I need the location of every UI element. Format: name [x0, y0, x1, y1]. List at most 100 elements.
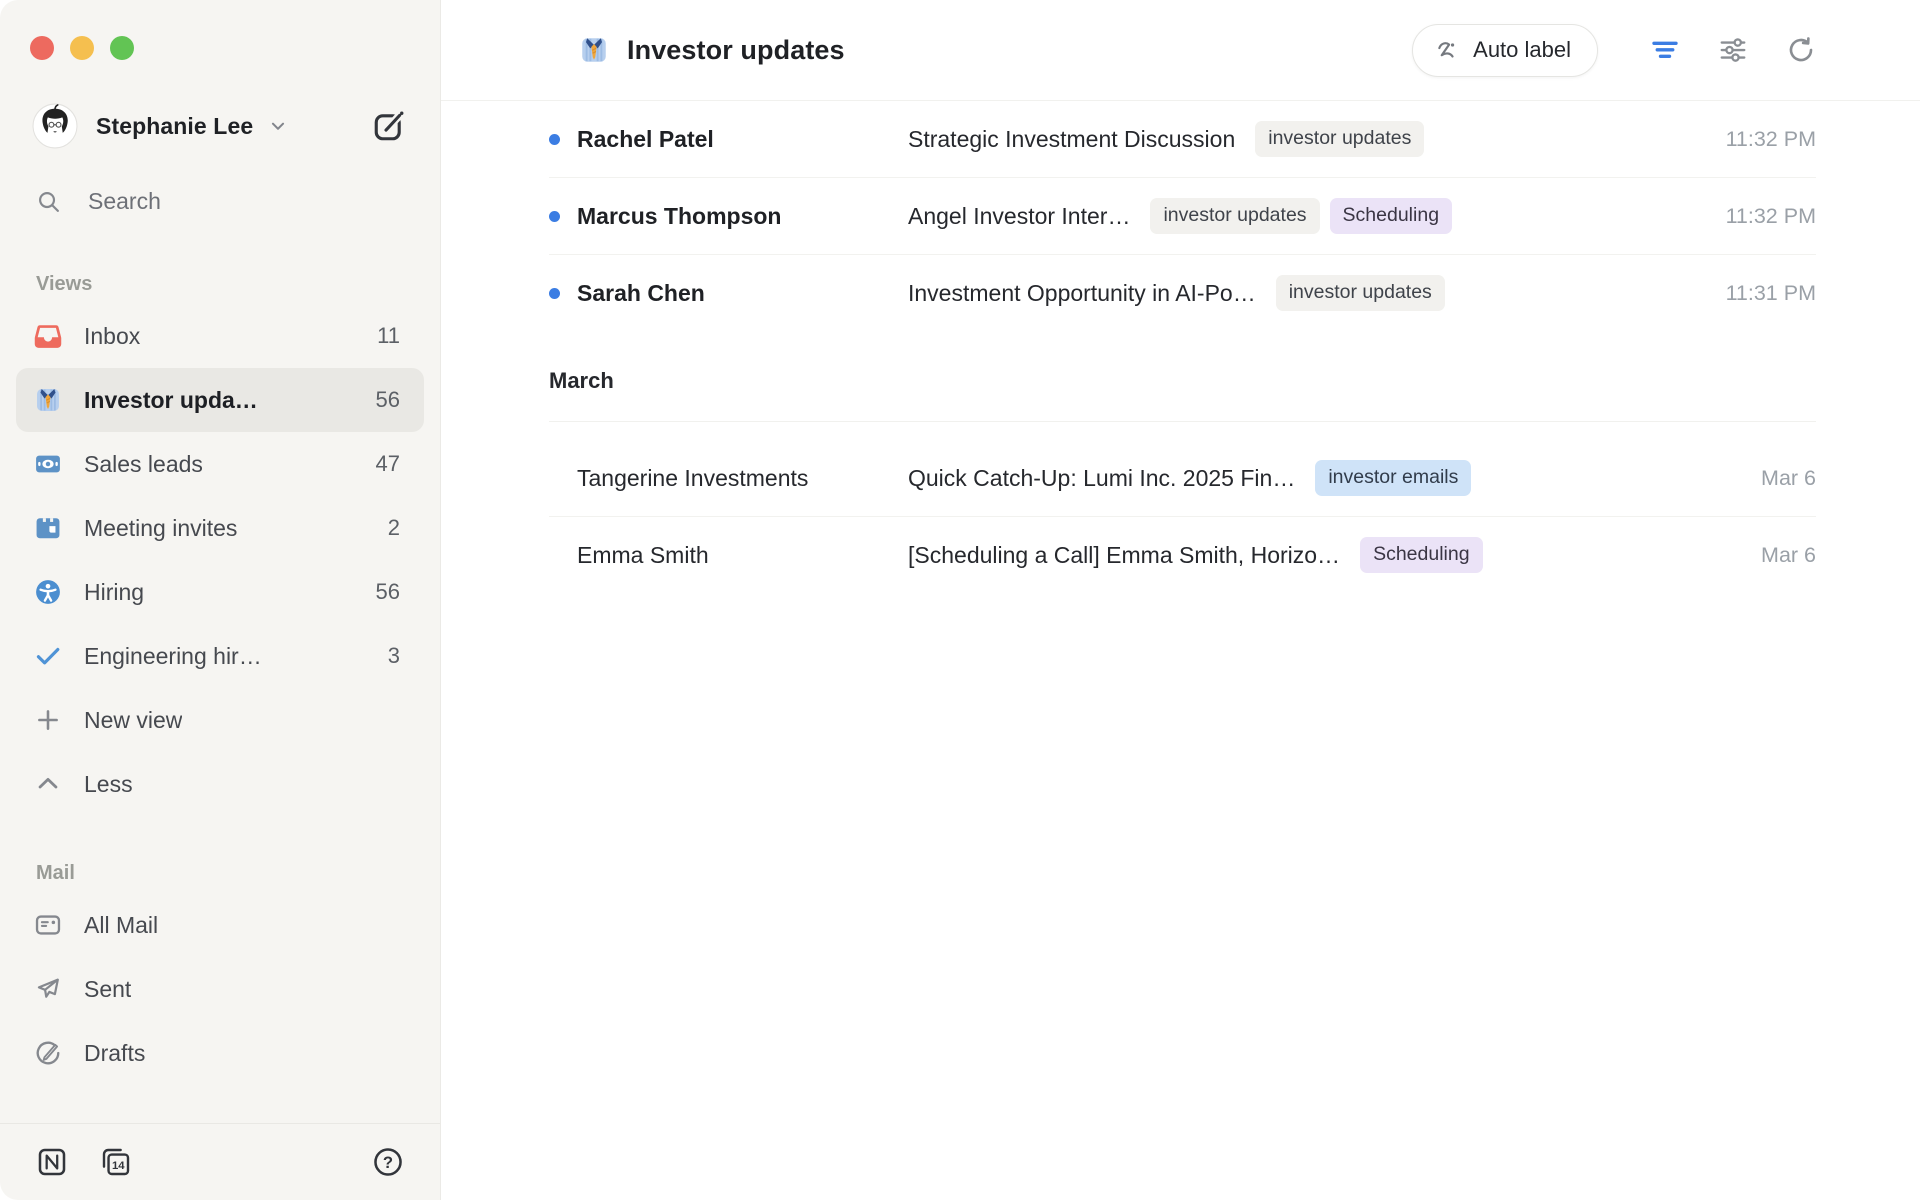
calendar-14-button[interactable]: 14 [100, 1146, 132, 1178]
zoom-button[interactable] [110, 36, 134, 60]
window-controls [0, 0, 440, 60]
email-time: Mar 6 [1706, 543, 1816, 568]
banknote-icon [34, 450, 62, 478]
search-input[interactable]: Search [20, 176, 424, 227]
count-badge: 3 [376, 643, 400, 669]
email-sender: Rachel Patel [577, 126, 908, 153]
email-sender: Marcus Thompson [577, 203, 908, 230]
email-sender: Emma Smith [577, 542, 908, 569]
email-subject: Quick Catch-Up: Lumi Inc. 2025 Fin… [908, 465, 1295, 492]
paper-plane-icon [34, 975, 62, 1003]
auto-label-button-label: Auto label [1473, 37, 1571, 63]
count-badge: 2 [376, 515, 400, 541]
close-button[interactable] [30, 36, 54, 60]
minimize-button[interactable] [70, 36, 94, 60]
sidebar-item-engineering-hir[interactable]: Engineering hir… 3 [16, 624, 424, 688]
accessibility-icon [34, 578, 62, 606]
sidebar-item-inbox[interactable]: Inbox 11 [16, 304, 424, 368]
plus-icon [34, 706, 62, 734]
sidebar-item-sales-leads[interactable]: Sales leads 47 [16, 432, 424, 496]
compose-button[interactable] [372, 109, 406, 143]
inbox-tray-icon [34, 322, 62, 350]
sidebar-item-label: Investor upda… [84, 387, 258, 414]
section-label: Views [36, 273, 440, 296]
avatar [32, 103, 78, 149]
sidebar-item-label: Inbox [84, 323, 140, 350]
auto-label-button[interactable]: Auto label [1412, 24, 1598, 77]
email-time: Mar 6 [1706, 466, 1816, 491]
sidebar-item-hiring[interactable]: Hiring 56 [16, 560, 424, 624]
refresh-button[interactable] [1786, 35, 1816, 65]
label-tag[interactable]: investor emails [1315, 460, 1471, 496]
checkmark-icon [34, 642, 62, 670]
count-badge: 56 [364, 387, 400, 413]
sidebar-item-all-mail[interactable]: All Mail [16, 893, 424, 957]
notion-button[interactable] [36, 1146, 68, 1178]
unread-dot [549, 134, 560, 145]
draft-icon [34, 1039, 62, 1067]
email-time: 11:32 PM [1706, 127, 1816, 152]
filter-button[interactable] [1650, 35, 1680, 65]
unread-dot [549, 288, 560, 299]
sidebar-item-label: Less [84, 771, 133, 798]
mail-icon [34, 911, 62, 939]
email-row[interactable]: Marcus ThompsonAngel Investor Inter… inve… [549, 178, 1816, 255]
svg-text:14: 14 [112, 1160, 125, 1172]
account-switcher[interactable]: Stephanie Lee [32, 102, 406, 150]
unread-dot [549, 211, 560, 222]
sidebar-item-investor-upda[interactable]: Investor upda… 56 [16, 368, 424, 432]
sidebar-item-drafts[interactable]: Drafts [16, 1021, 424, 1085]
email-subject: Angel Investor Inter… [908, 203, 1130, 230]
count-badge: 56 [364, 579, 400, 605]
sidebar-item-label: New view [84, 707, 182, 734]
sidebar-item-label: Meeting invites [84, 515, 237, 542]
email-time: 11:32 PM [1706, 204, 1816, 229]
email-row[interactable]: Rachel PatelStrategic Investment Discuss… [549, 101, 1816, 178]
auto-label-icon [1435, 37, 1461, 63]
sidebar-item-less[interactable]: Less [16, 752, 424, 816]
chevron-up-icon [34, 770, 62, 798]
email-row[interactable]: Emma Smith[Scheduling a Call] Emma Smith… [549, 517, 1816, 593]
sidebar-item-sent[interactable]: Sent [16, 957, 424, 1021]
email-row[interactable]: Tangerine InvestmentsQuick Catch-Up: Lum… [549, 440, 1816, 517]
user-name: Stephanie Lee [96, 113, 253, 140]
section-label: Mail [36, 862, 440, 885]
label-tag[interactable]: investor updates [1276, 275, 1445, 311]
email-sender: Sarah Chen [577, 280, 908, 307]
email-subject: [Scheduling a Call] Emma Smith, Horizo… [908, 542, 1340, 569]
necktie-icon [579, 35, 609, 65]
email-sender: Tangerine Investments [577, 465, 908, 492]
email-list: Rachel PatelStrategic Investment Discuss… [441, 101, 1920, 593]
label-tag[interactable]: investor updates [1255, 121, 1424, 157]
help-button[interactable]: ? [372, 1146, 404, 1178]
sidebar-item-new-view[interactable]: New view [16, 688, 424, 752]
count-badge: 11 [365, 323, 400, 349]
email-subject: Investment Opportunity in AI-Po… [908, 280, 1256, 307]
sidebar-item-label: Sent [84, 976, 131, 1003]
sidebar-item-label: Hiring [84, 579, 144, 606]
main-panel: Investor updates Auto label Rachel Patel… [441, 0, 1920, 1200]
sidebar-item-label: All Mail [84, 912, 158, 939]
email-subject: Strategic Investment Discussion [908, 126, 1235, 153]
sidebar-item-label: Engineering hir… [84, 643, 262, 670]
display-settings-button[interactable] [1718, 35, 1748, 65]
search-placeholder: Search [88, 188, 161, 215]
sidebar: Stephanie Lee Search Views Inbox 11 Investo… [0, 0, 441, 1200]
necktie-icon [34, 386, 62, 414]
label-tag[interactable]: Scheduling [1360, 537, 1483, 573]
email-time: 11:31 PM [1706, 281, 1816, 306]
app-window: Stephanie Lee Search Views Inbox 11 Investo… [0, 0, 1920, 1200]
search-icon [36, 189, 62, 215]
label-tag[interactable]: Scheduling [1330, 198, 1453, 234]
count-badge: 47 [364, 451, 400, 477]
sidebar-footer: 14? [0, 1123, 440, 1200]
sidebar-item-meeting-invites[interactable]: Meeting invites 2 [16, 496, 424, 560]
sidebar-item-label: Sales leads [84, 451, 203, 478]
email-row[interactable]: Sarah ChenInvestment Opportunity in AI-P… [549, 255, 1816, 331]
date-group-header: March [549, 341, 1816, 422]
page-title: Investor updates [627, 35, 845, 66]
label-tag[interactable]: investor updates [1150, 198, 1319, 234]
view-header: Investor updates Auto label [441, 0, 1920, 101]
svg-text:?: ? [383, 1153, 393, 1172]
calendar-icon [34, 514, 62, 542]
